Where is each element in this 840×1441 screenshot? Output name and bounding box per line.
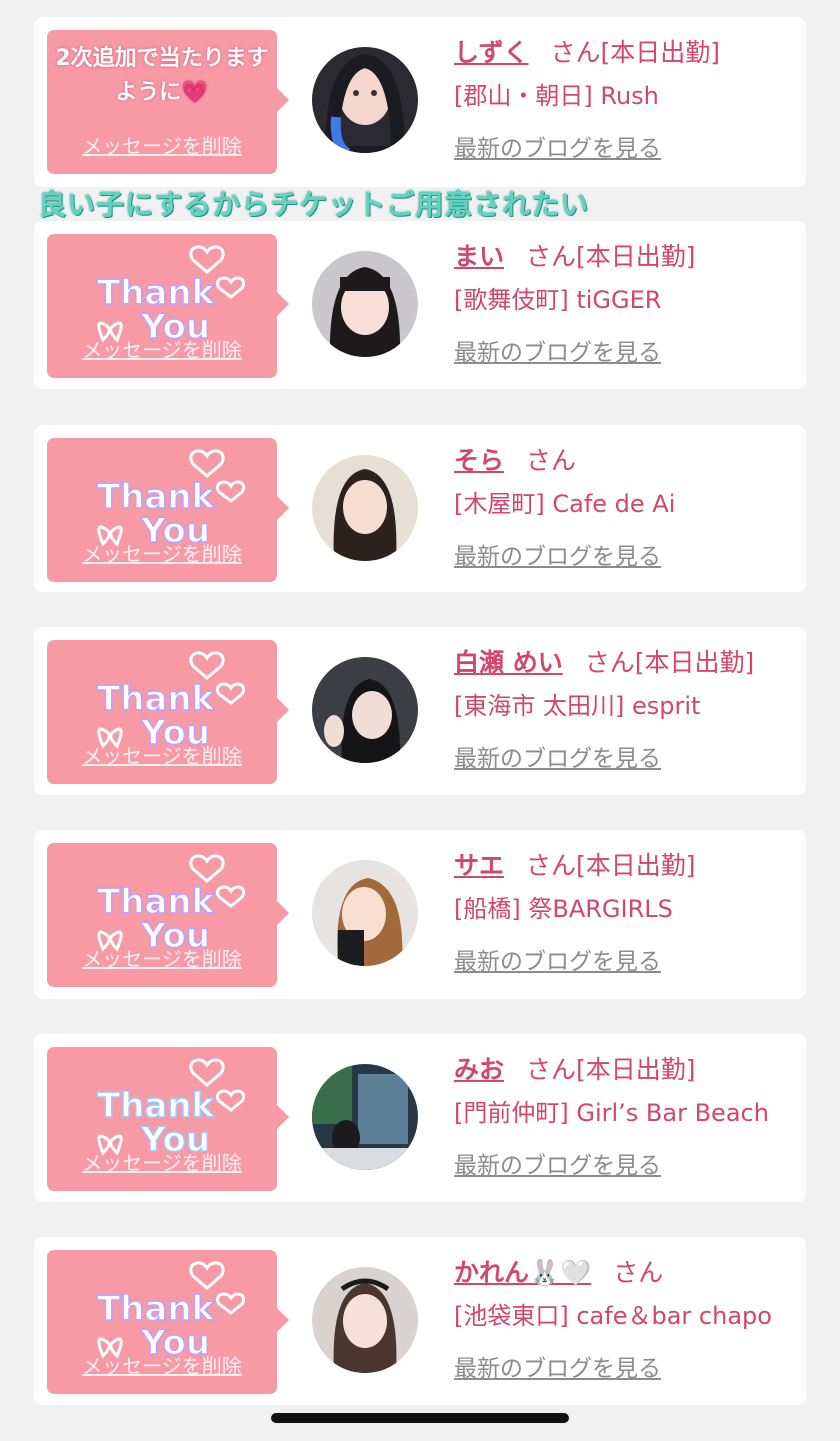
shop-label: [郡山・朝日] Rush [454, 82, 659, 110]
san-label: さん [550, 38, 601, 67]
shop-label: [木屋町] Cafe de Ai [454, 490, 676, 518]
card-sora: Thank You メッセージを削除 そら さん [木屋町] Cafe de Ai… [34, 425, 806, 592]
name-link[interactable]: まい [454, 242, 504, 271]
avatar[interactable] [312, 1267, 418, 1373]
card-shizuku: 2次追加で当たりますように💗 メッセージを削除 しずく さん[本日出勤] [郡山・… [34, 17, 806, 187]
blog-link[interactable]: 最新のブログを見る [454, 743, 661, 775]
blog-link[interactable]: 最新のブログを見る [454, 1353, 661, 1385]
delete-message-link[interactable]: メッセージを削除 [47, 943, 277, 972]
avatar[interactable] [312, 860, 418, 966]
name-link[interactable]: みお [454, 1055, 504, 1084]
name-link[interactable]: そら [454, 446, 504, 475]
blog-link[interactable]: 最新のブログを見る [454, 1150, 661, 1182]
delete-message-link[interactable]: メッセージを削除 [47, 538, 277, 567]
name-link[interactable]: サエ [454, 851, 504, 880]
bubble-message: 2次追加で当たりますように💗 [55, 46, 269, 105]
card-mio: Thank You メッセージを削除 みお さん[本日出勤] [門前仲町] Gir… [34, 1034, 806, 1202]
delete-message-link[interactable]: メッセージを削除 [47, 1147, 277, 1176]
blog-link[interactable]: 最新のブログを見る [454, 337, 661, 369]
avatar[interactable] [312, 455, 418, 561]
avatar[interactable] [312, 47, 418, 153]
blog-link[interactable]: 最新のブログを見る [454, 946, 661, 978]
shop-label: [歌舞伎町] tiGGER [454, 286, 662, 314]
message-bubble: Thank You メッセージを削除 [47, 843, 289, 987]
san-label: さん [526, 1055, 577, 1084]
name-link[interactable]: かれん🐰🤍 [454, 1258, 591, 1287]
san-label: さん [613, 1258, 664, 1287]
status-label: [本日出勤] [576, 242, 696, 271]
status-label: [本日出勤] [634, 648, 755, 677]
san-label: さん [526, 242, 577, 271]
san-label: さん [526, 446, 577, 475]
shop-label: [東海市 太田川] esprit [454, 692, 701, 720]
status-label: [本日出勤] [600, 38, 721, 67]
avatar[interactable] [312, 1064, 418, 1170]
blog-link[interactable]: 最新のブログを見る [454, 133, 661, 165]
message-bubble: Thank You メッセージを削除 [47, 234, 289, 378]
delete-message-link[interactable]: メッセージを削除 [47, 334, 277, 363]
name-link[interactable]: しずく [454, 38, 529, 67]
status-label: [本日出勤] [576, 851, 696, 880]
shop-label: [池袋東口] cafe＆bar chapo [454, 1302, 772, 1330]
avatar[interactable] [312, 657, 418, 763]
delete-message-link[interactable]: メッセージを削除 [47, 1350, 277, 1379]
card-sae: Thank You メッセージを削除 サエ さん[本日出勤] [船橋] 祭BARG… [34, 830, 806, 999]
name-link[interactable]: 白瀬 めい [454, 648, 563, 677]
home-indicator[interactable] [271, 1413, 569, 1423]
message-bubble: Thank You メッセージを削除 [47, 640, 289, 784]
san-label: さん [526, 851, 577, 880]
blog-link[interactable]: 最新のブログを見る [454, 541, 661, 573]
message-bubble: Thank You メッセージを削除 [47, 438, 289, 582]
message-bubble: Thank You メッセージを削除 [47, 1250, 289, 1394]
sticker-caption: 良い子にするからチケットご用意されたい [38, 188, 590, 221]
san-label: さん [584, 648, 635, 677]
card-shirase-mei: Thank You メッセージを削除 白瀬 めい さん[本日出勤] [東海市 太田… [34, 627, 806, 795]
card-karen: Thank You メッセージを削除 かれん🐰🤍 さん [池袋東口] cafe＆b… [34, 1237, 806, 1405]
avatar[interactable] [312, 251, 418, 357]
delete-message-link[interactable]: メッセージを削除 [47, 740, 277, 769]
shop-label: [船橋] 祭BARGIRLS [454, 895, 673, 923]
delete-message-link[interactable]: メッセージを削除 [47, 130, 277, 159]
shop-label: [門前仲町] Girl’s Bar Beach [454, 1099, 769, 1127]
message-bubble: Thank You メッセージを削除 [47, 1047, 289, 1191]
message-bubble: 2次追加で当たりますように💗 メッセージを削除 [47, 30, 289, 174]
card-mai: Thank You メッセージを削除 まい さん[本日出勤] [歌舞伎町] tiG… [34, 221, 806, 389]
status-label: [本日出勤] [576, 1055, 696, 1084]
